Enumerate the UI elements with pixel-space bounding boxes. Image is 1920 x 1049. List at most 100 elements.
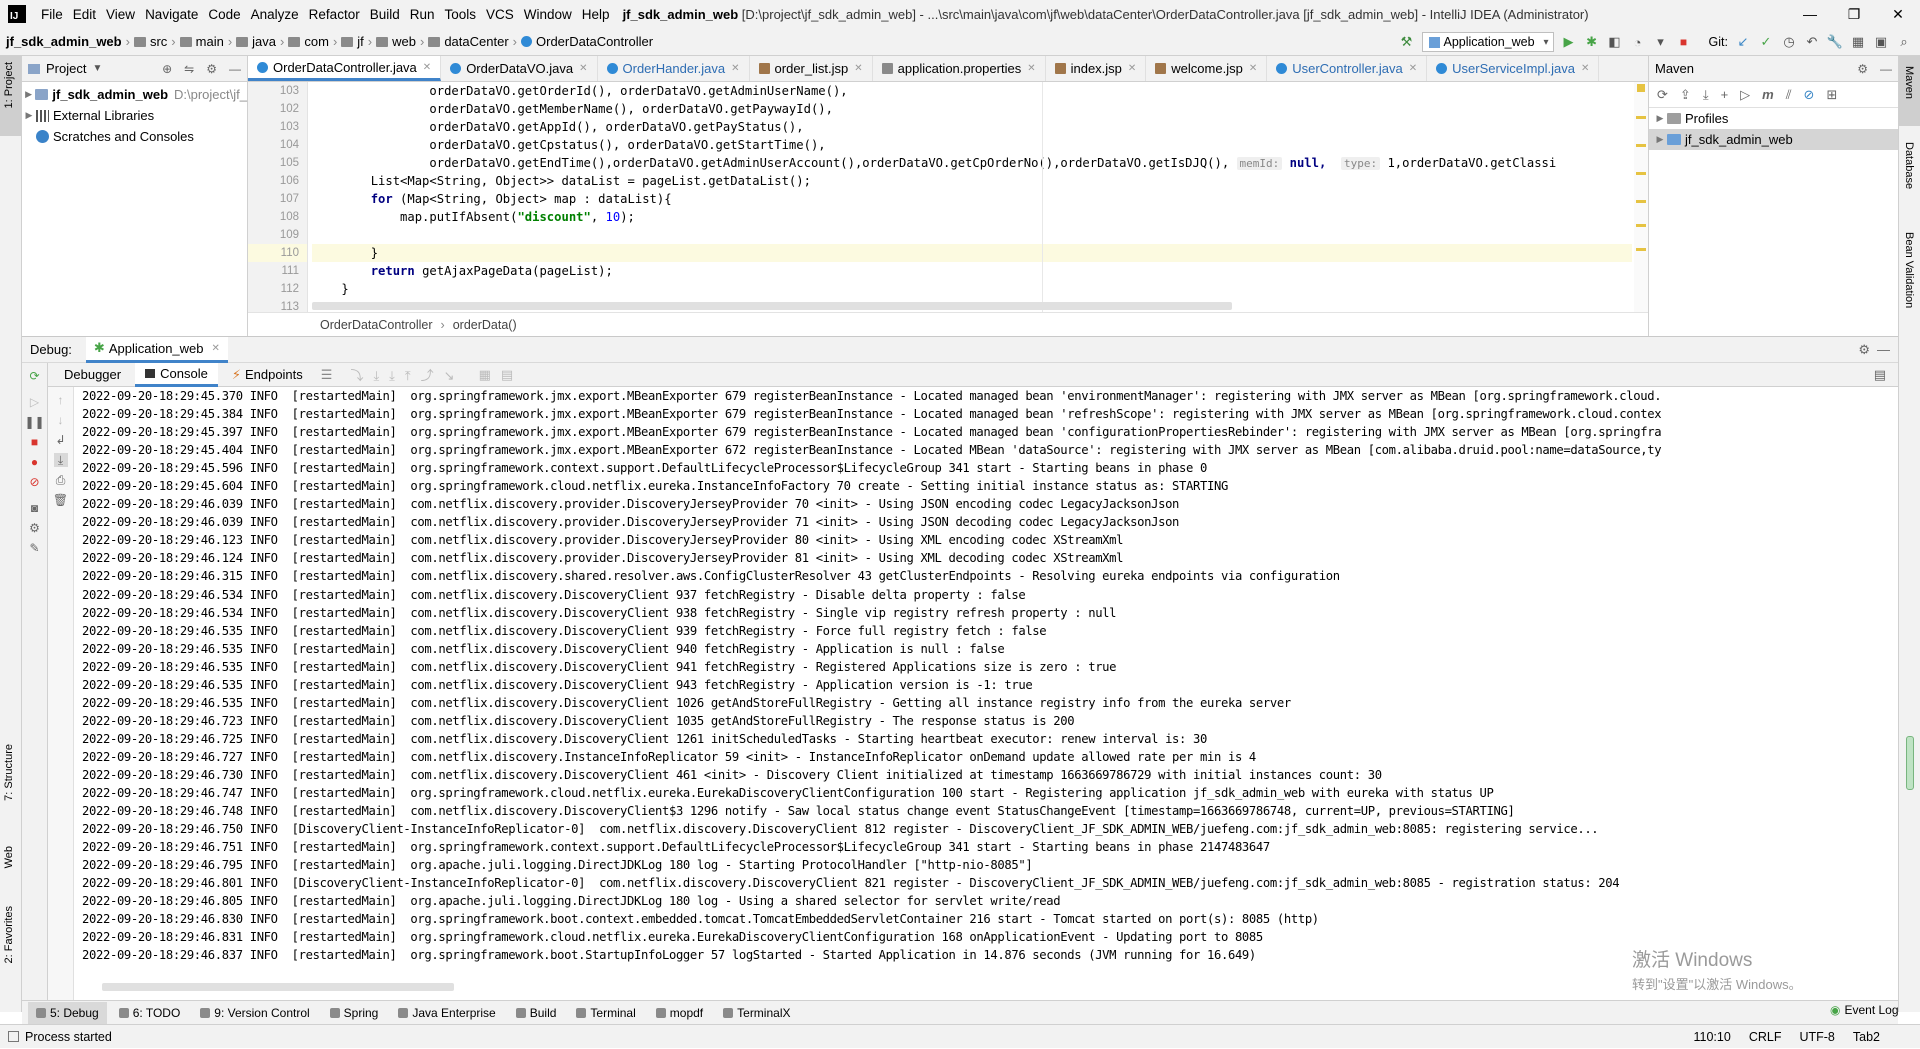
run-icon[interactable]: ▷	[1740, 87, 1750, 103]
editor-tab[interactable]: OrderDataController.java ✕	[248, 56, 442, 81]
project-panel-title[interactable]: Project	[46, 61, 86, 76]
trash-icon[interactable]: 🗑	[53, 493, 68, 507]
editor-tab[interactable]: UserController.java ✕	[1267, 56, 1428, 81]
line-number[interactable]: 111	[248, 262, 307, 280]
tree-item-project-root[interactable]: ▶ jf_sdk_admin_web D:\project\jf_	[22, 84, 247, 105]
generate-sources-icon[interactable]: ⇪	[1680, 87, 1691, 103]
restore-button[interactable]: ❐	[1832, 0, 1876, 28]
line-number[interactable]: 110	[248, 244, 307, 262]
maven-item-project[interactable]: ▶ jf_sdk_admin_web	[1649, 129, 1898, 150]
close-tab-icon[interactable]: ✕	[1249, 63, 1257, 74]
menu-file[interactable]: File	[36, 7, 68, 22]
event-log-button[interactable]: ◉ Event Log	[1830, 1003, 1899, 1017]
tool-window-mopdf[interactable]: mopdf	[648, 1002, 711, 1024]
stripe-bean-validation[interactable]: Bean Validation	[1903, 232, 1915, 308]
stop-icon[interactable]: ■	[28, 435, 42, 449]
execute-goal-icon[interactable]: m	[1762, 87, 1774, 102]
error-stripe[interactable]	[1634, 82, 1648, 312]
menu-analyze[interactable]: Analyze	[246, 7, 304, 22]
horizontal-scrollbar[interactable]	[312, 302, 1232, 310]
download-icon[interactable]: ⤓	[1703, 87, 1709, 103]
line-number[interactable]: 112	[248, 280, 307, 298]
camera-icon[interactable]: ◙	[28, 501, 42, 515]
tool-window-spring[interactable]: Spring	[322, 1002, 387, 1024]
locate-icon[interactable]: ⊕	[162, 62, 172, 76]
editor-tab[interactable]: OrderDataVO.java ✕	[441, 56, 598, 81]
editor-tab[interactable]: order_list.jsp ✕	[750, 56, 873, 81]
tool-window-5-debug[interactable]: 5: Debug	[28, 1001, 107, 1024]
stripe-database[interactable]: Database	[1903, 142, 1915, 189]
show-deps-icon[interactable]: ⊞	[1826, 87, 1837, 103]
tool-window-6-todo[interactable]: 6: TODO	[111, 1002, 189, 1024]
scroll-to-end-icon[interactable]: ⤓	[53, 453, 68, 467]
line-number[interactable]: 107	[248, 190, 307, 208]
skip-tests-icon[interactable]: ⊘	[1804, 87, 1815, 103]
toggle-tool-windows-icon[interactable]	[8, 1031, 19, 1042]
menu-code[interactable]: Code	[203, 7, 245, 22]
tree-item-scratches[interactable]: Scratches and Consoles	[22, 126, 247, 147]
file-encoding[interactable]: UTF-8	[1799, 1030, 1834, 1044]
tool-window-terminal[interactable]: Terminal	[568, 1002, 643, 1024]
tool-window-java-enterprise[interactable]: Java Enterprise	[390, 1002, 503, 1024]
gear-icon[interactable]: ⚙	[28, 521, 42, 535]
menu-window[interactable]: Window	[519, 7, 577, 22]
git-history-icon[interactable]: ◷	[1781, 34, 1797, 50]
mute-breakpoints-icon[interactable]: ⊘	[28, 475, 42, 489]
gear-icon[interactable]: ⚙	[1858, 342, 1870, 358]
stripe-structure[interactable]: 7: Structure	[3, 744, 15, 801]
stripe-project[interactable]: 1: Project	[3, 62, 15, 108]
memory-indicator[interactable]	[1906, 736, 1914, 790]
editor-tab[interactable]: welcome.jsp ✕	[1146, 56, 1268, 81]
expand-arrow-icon[interactable]: ▶	[22, 89, 35, 100]
crumb-method[interactable]: orderData()	[453, 318, 517, 332]
layout-icon[interactable]: ▤	[1874, 367, 1886, 383]
line-number[interactable]: 102	[248, 100, 307, 118]
editor-tab[interactable]: OrderHander.java ✕	[598, 56, 750, 81]
expand-arrow-icon[interactable]: ▶	[1653, 134, 1667, 145]
crumb-class[interactable]: OrderDataController	[320, 318, 433, 332]
soft-wrap-icon[interactable]: ↲	[54, 433, 68, 447]
close-tab-icon[interactable]: ✕	[1409, 63, 1417, 74]
expand-arrow-icon[interactable]: ▶	[22, 110, 36, 121]
stripe-favorites[interactable]: 2: Favorites	[3, 906, 15, 963]
project-structure-icon[interactable]: ▦	[1850, 34, 1866, 50]
menu-view[interactable]: View	[101, 7, 140, 22]
git-commit-icon[interactable]: ✓	[1758, 34, 1774, 50]
code-area[interactable]: orderDataVO.getOrderId(), orderDataVO.ge…	[312, 82, 1632, 312]
rerun-icon[interactable]: ⟳	[28, 369, 42, 383]
tab-endpoints[interactable]: ⚡ Endpoints	[222, 363, 313, 387]
breadcrumb-item[interactable]: dataCenter ›	[428, 34, 517, 49]
settings-wrench-icon[interactable]: 🔧	[1827, 34, 1843, 50]
breadcrumb-item[interactable]: com ›	[288, 34, 337, 49]
close-tab-icon[interactable]: ✕	[854, 63, 862, 74]
tool-window-9-version-control[interactable]: 9: Version Control	[192, 1002, 317, 1024]
breadcrumb-item[interactable]: main ›	[179, 34, 232, 49]
close-tab-icon[interactable]: ✕	[1581, 63, 1589, 74]
debug-session-tab[interactable]: ✱ Application_web ✕	[85, 336, 228, 363]
line-number[interactable]: 109	[248, 226, 307, 244]
add-icon[interactable]: +	[1721, 87, 1729, 102]
close-tab-icon[interactable]: ✕	[579, 63, 587, 74]
editor-tab[interactable]: UserServiceImpl.java ✕	[1427, 56, 1600, 81]
breadcrumb-item[interactable]: OrderDataController	[521, 34, 653, 49]
line-number[interactable]: 104	[248, 136, 307, 154]
toggle-offline-icon[interactable]: ⫽	[1786, 87, 1792, 103]
tab-debugger[interactable]: Debugger	[54, 363, 131, 387]
breadcrumb-item[interactable]: java ›	[236, 34, 284, 49]
print-icon[interactable]: ⎙	[54, 473, 68, 487]
up-arrow-icon[interactable]: ↑	[54, 393, 68, 407]
indent-setting[interactable]: Tab2	[1853, 1030, 1880, 1044]
profile-icon[interactable]: ◔	[1630, 34, 1646, 50]
line-number[interactable]: 108	[248, 208, 307, 226]
chevron-down-icon[interactable]: ▼	[92, 63, 102, 74]
gear-icon[interactable]: ⚙	[206, 62, 217, 76]
stripe-web[interactable]: Web	[3, 846, 15, 868]
menu-navigate[interactable]: Navigate	[140, 7, 203, 22]
reload-icon[interactable]: ⟳	[1657, 87, 1668, 103]
debug-bug-icon[interactable]: ✱	[1584, 34, 1600, 50]
close-tab-icon[interactable]: ✕	[423, 62, 431, 73]
breadcrumb-item[interactable]: jf_sdk_admin_web ›	[6, 34, 130, 49]
close-icon[interactable]: ✕	[212, 343, 220, 354]
caret-position[interactable]: 110:10	[1694, 1030, 1731, 1044]
line-number[interactable]: 106	[248, 172, 307, 190]
